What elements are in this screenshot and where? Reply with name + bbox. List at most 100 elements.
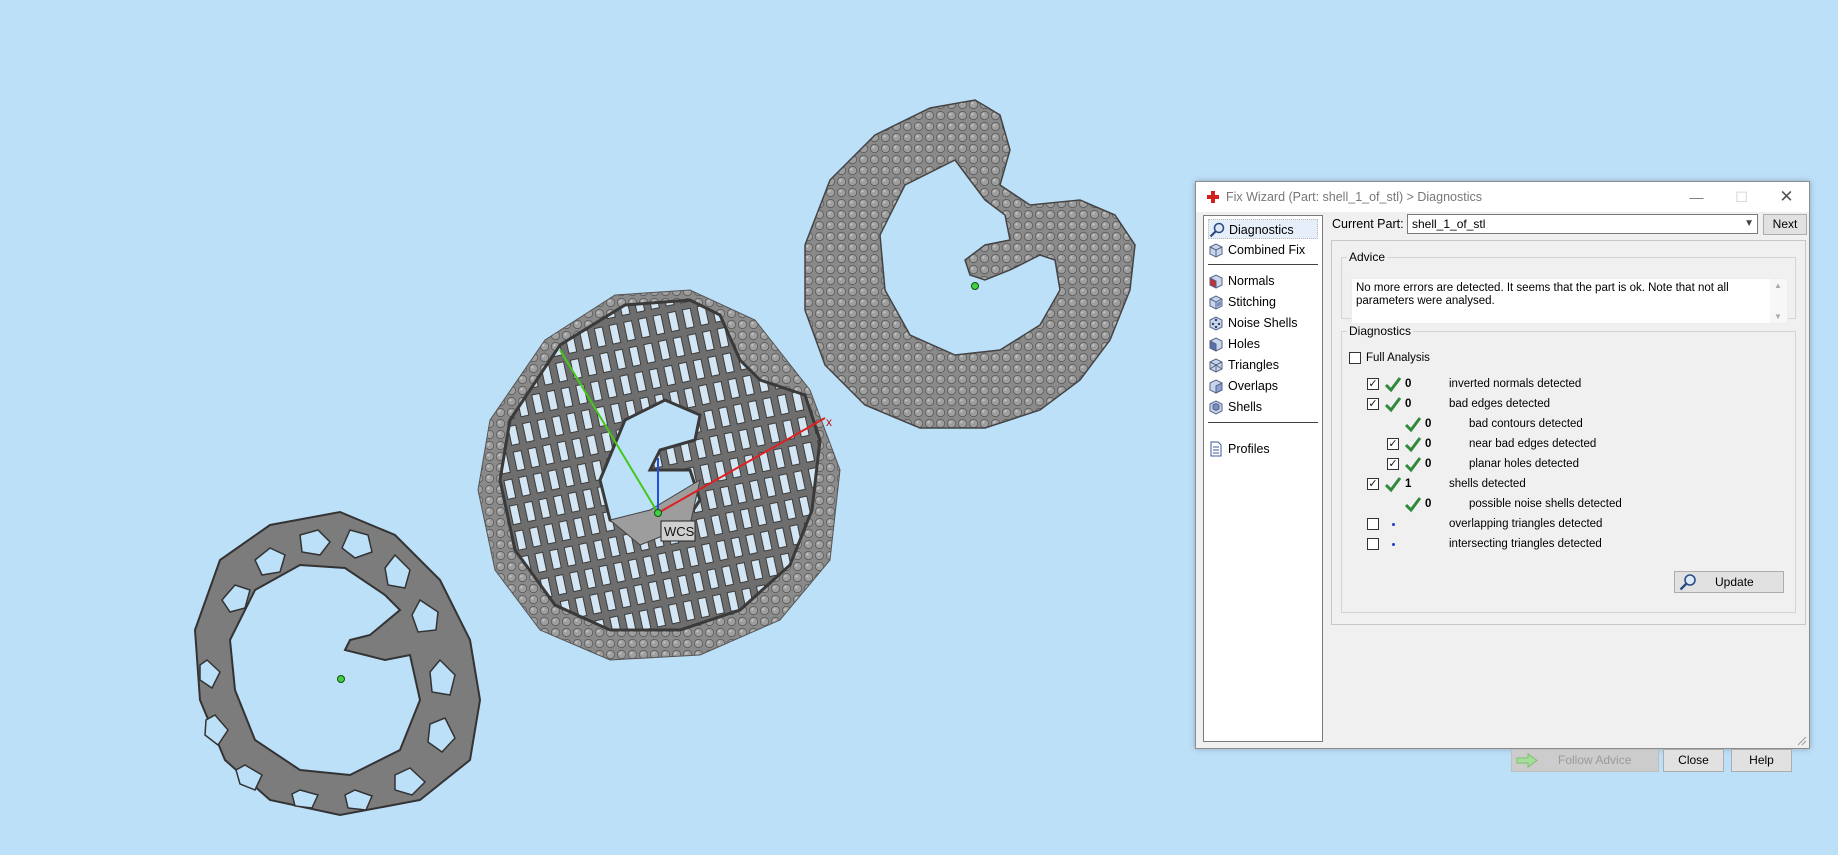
sidebar-divider (1208, 422, 1318, 423)
full-analysis-label: Full Analysis (1366, 352, 1430, 364)
green-check-icon (1384, 477, 1402, 493)
row-label: planar holes detected (1469, 458, 1579, 470)
minimize-button[interactable]: — (1674, 182, 1719, 212)
sidebar-divider (1208, 264, 1318, 265)
sidebar-item-label: Profiles (1228, 442, 1270, 456)
row-checkbox[interactable] (1367, 518, 1379, 530)
row-label: bad edges detected (1449, 398, 1551, 410)
cube-shells-icon (1209, 400, 1223, 415)
row-checkbox[interactable]: ✓ (1387, 438, 1399, 450)
cube-triangles-icon (1209, 358, 1223, 373)
wcs-label: WCS (664, 524, 695, 539)
row-checkbox[interactable] (1367, 538, 1379, 550)
green-check-icon (1404, 497, 1422, 513)
sidebar-item-label: Diagnostics (1229, 223, 1294, 237)
middle-ring-model[interactable]: x WCS (477, 289, 841, 661)
magnifier-icon (1679, 574, 1696, 591)
update-button[interactable]: Update (1674, 571, 1784, 593)
sidebar-item-normals[interactable]: Normals (1208, 271, 1318, 291)
scroll-up-icon[interactable]: ▲ (1774, 281, 1782, 290)
diagnostic-row-noise-shells: 0 possible noise shells detected (1342, 496, 1782, 513)
advice-scrollbar[interactable]: ▲ ▼ (1770, 279, 1787, 323)
row-checkbox[interactable]: ✓ (1387, 458, 1399, 470)
diagnostics-group: Diagnostics Full Analysis ✓ 0 inverted n… (1341, 324, 1796, 613)
title-bar[interactable]: Fix Wizard (Part: shell_1_of_stl) > Diag… (1196, 182, 1809, 212)
sidebar-item-label: Combined Fix (1228, 243, 1306, 257)
sidebar-item-holes[interactable]: Holes (1208, 334, 1318, 354)
sidebar-item-noise-shells[interactable]: Noise Shells (1208, 313, 1318, 333)
sidebar-item-overlaps[interactable]: Overlaps (1208, 376, 1318, 396)
sidebar-item-label: Normals (1228, 274, 1275, 288)
sidebar: Diagnostics Combined Fix Normals Stitchi… (1203, 215, 1323, 742)
current-part-label: Current Part: (1332, 217, 1404, 231)
row-count: 0 (1425, 498, 1432, 510)
follow-advice-button[interactable]: Follow Advice (1511, 749, 1659, 772)
diagnostic-row-bad-edges: ✓ 0 bad edges detected (1342, 396, 1782, 413)
cube-overlap-icon (1209, 379, 1223, 394)
document-icon (1210, 441, 1222, 457)
cube-stitch-icon (1209, 295, 1223, 310)
right-g-model[interactable] (804, 99, 1136, 429)
scroll-down-icon[interactable]: ▼ (1774, 312, 1782, 321)
diagnostic-row-planar-holes: ✓ 0 planar holes detected (1342, 456, 1782, 473)
full-analysis-row[interactable]: Full Analysis (1349, 350, 1499, 367)
row-count: 0 (1405, 378, 1412, 390)
help-button[interactable]: Help (1731, 749, 1792, 772)
row-label: shells detected (1449, 478, 1526, 490)
green-check-icon (1384, 377, 1402, 393)
sidebar-item-diagnostics[interactable]: Diagnostics (1208, 219, 1318, 239)
sidebar-item-label: Overlaps (1228, 379, 1279, 393)
advice-group: Advice No more errors are detected. It s… (1341, 250, 1796, 324)
next-button[interactable]: Next (1763, 214, 1807, 235)
row-checkbox[interactable]: ✓ (1367, 398, 1379, 410)
cube-dots-icon (1209, 316, 1223, 331)
row-label: intersecting triangles detected (1449, 538, 1602, 550)
sidebar-item-combined-fix[interactable]: Combined Fix (1208, 240, 1318, 260)
diagnostic-row-overlapping-triangles: overlapping triangles detected (1342, 516, 1782, 533)
sidebar-item-label: Triangles (1228, 358, 1279, 372)
diagnostics-panel: Advice No more errors are detected. It s… (1331, 240, 1806, 625)
diagnostic-row-shells: ✓ 1 shells detected (1342, 476, 1782, 493)
fix-wizard-dialog: Fix Wizard (Part: shell_1_of_stl) > Diag… (1195, 181, 1810, 772)
sidebar-item-triangles[interactable]: Triangles (1208, 355, 1318, 375)
current-part-value: shell_1_of_stl (1412, 217, 1486, 231)
close-button[interactable]: Close (1663, 749, 1724, 772)
left-g-model[interactable] (193, 510, 482, 817)
row-label: overlapping triangles detected (1449, 518, 1603, 530)
red-cross-icon (1207, 191, 1219, 203)
row-label: bad contours detected (1469, 418, 1583, 430)
sidebar-item-label: Stitching (1228, 295, 1276, 309)
sidebar-item-label: Noise Shells (1228, 316, 1298, 330)
close-window-button[interactable]: ✕ (1764, 182, 1809, 212)
diagnostic-row-bad-contours: 0 bad contours detected (1342, 416, 1782, 433)
row-count: 0 (1425, 458, 1432, 470)
sidebar-item-stitching[interactable]: Stitching (1208, 292, 1318, 312)
row-count: 0 (1425, 418, 1432, 430)
dialog-body: Diagnostics Combined Fix Normals Stitchi… (1196, 212, 1809, 772)
row-checkbox[interactable]: ✓ (1367, 378, 1379, 390)
sidebar-item-label: Holes (1228, 337, 1260, 351)
row-checkbox[interactable]: ✓ (1367, 478, 1379, 490)
sidebar-item-label: Shells (1228, 400, 1263, 414)
diagnostics-legend: Diagnostics (1349, 324, 1412, 338)
row-count: 1 (1405, 478, 1412, 490)
diagnostic-row-near-bad-edges: ✓ 0 near bad edges detected (1342, 436, 1782, 453)
not-analysed-dot-icon (1392, 523, 1395, 526)
row-count: 0 (1405, 398, 1412, 410)
green-check-icon (1384, 397, 1402, 413)
row-label: near bad edges detected (1469, 438, 1597, 450)
resize-grip-icon[interactable] (1797, 736, 1807, 746)
row-label: inverted normals detected (1449, 378, 1582, 390)
diagnostic-row-inverted-normals: ✓ 0 inverted normals detected (1342, 376, 1782, 393)
not-analysed-dot-icon (1392, 543, 1395, 546)
window-title: Fix Wizard (Part: shell_1_of_stl) > Diag… (1226, 190, 1482, 204)
chevron-down-icon: ▼ (1744, 218, 1754, 229)
full-analysis-checkbox[interactable] (1349, 352, 1361, 364)
axis-x-label: x (826, 415, 832, 429)
green-check-icon (1404, 457, 1422, 473)
current-part-select[interactable]: shell_1_of_stl ▼ (1407, 214, 1758, 234)
maximize-button[interactable]: ☐ (1719, 182, 1764, 212)
sidebar-item-profiles[interactable]: Profiles (1208, 439, 1318, 459)
sidebar-item-shells[interactable]: Shells (1208, 397, 1318, 417)
advice-textbox[interactable]: No more errors are detected. It seems th… (1351, 278, 1788, 324)
